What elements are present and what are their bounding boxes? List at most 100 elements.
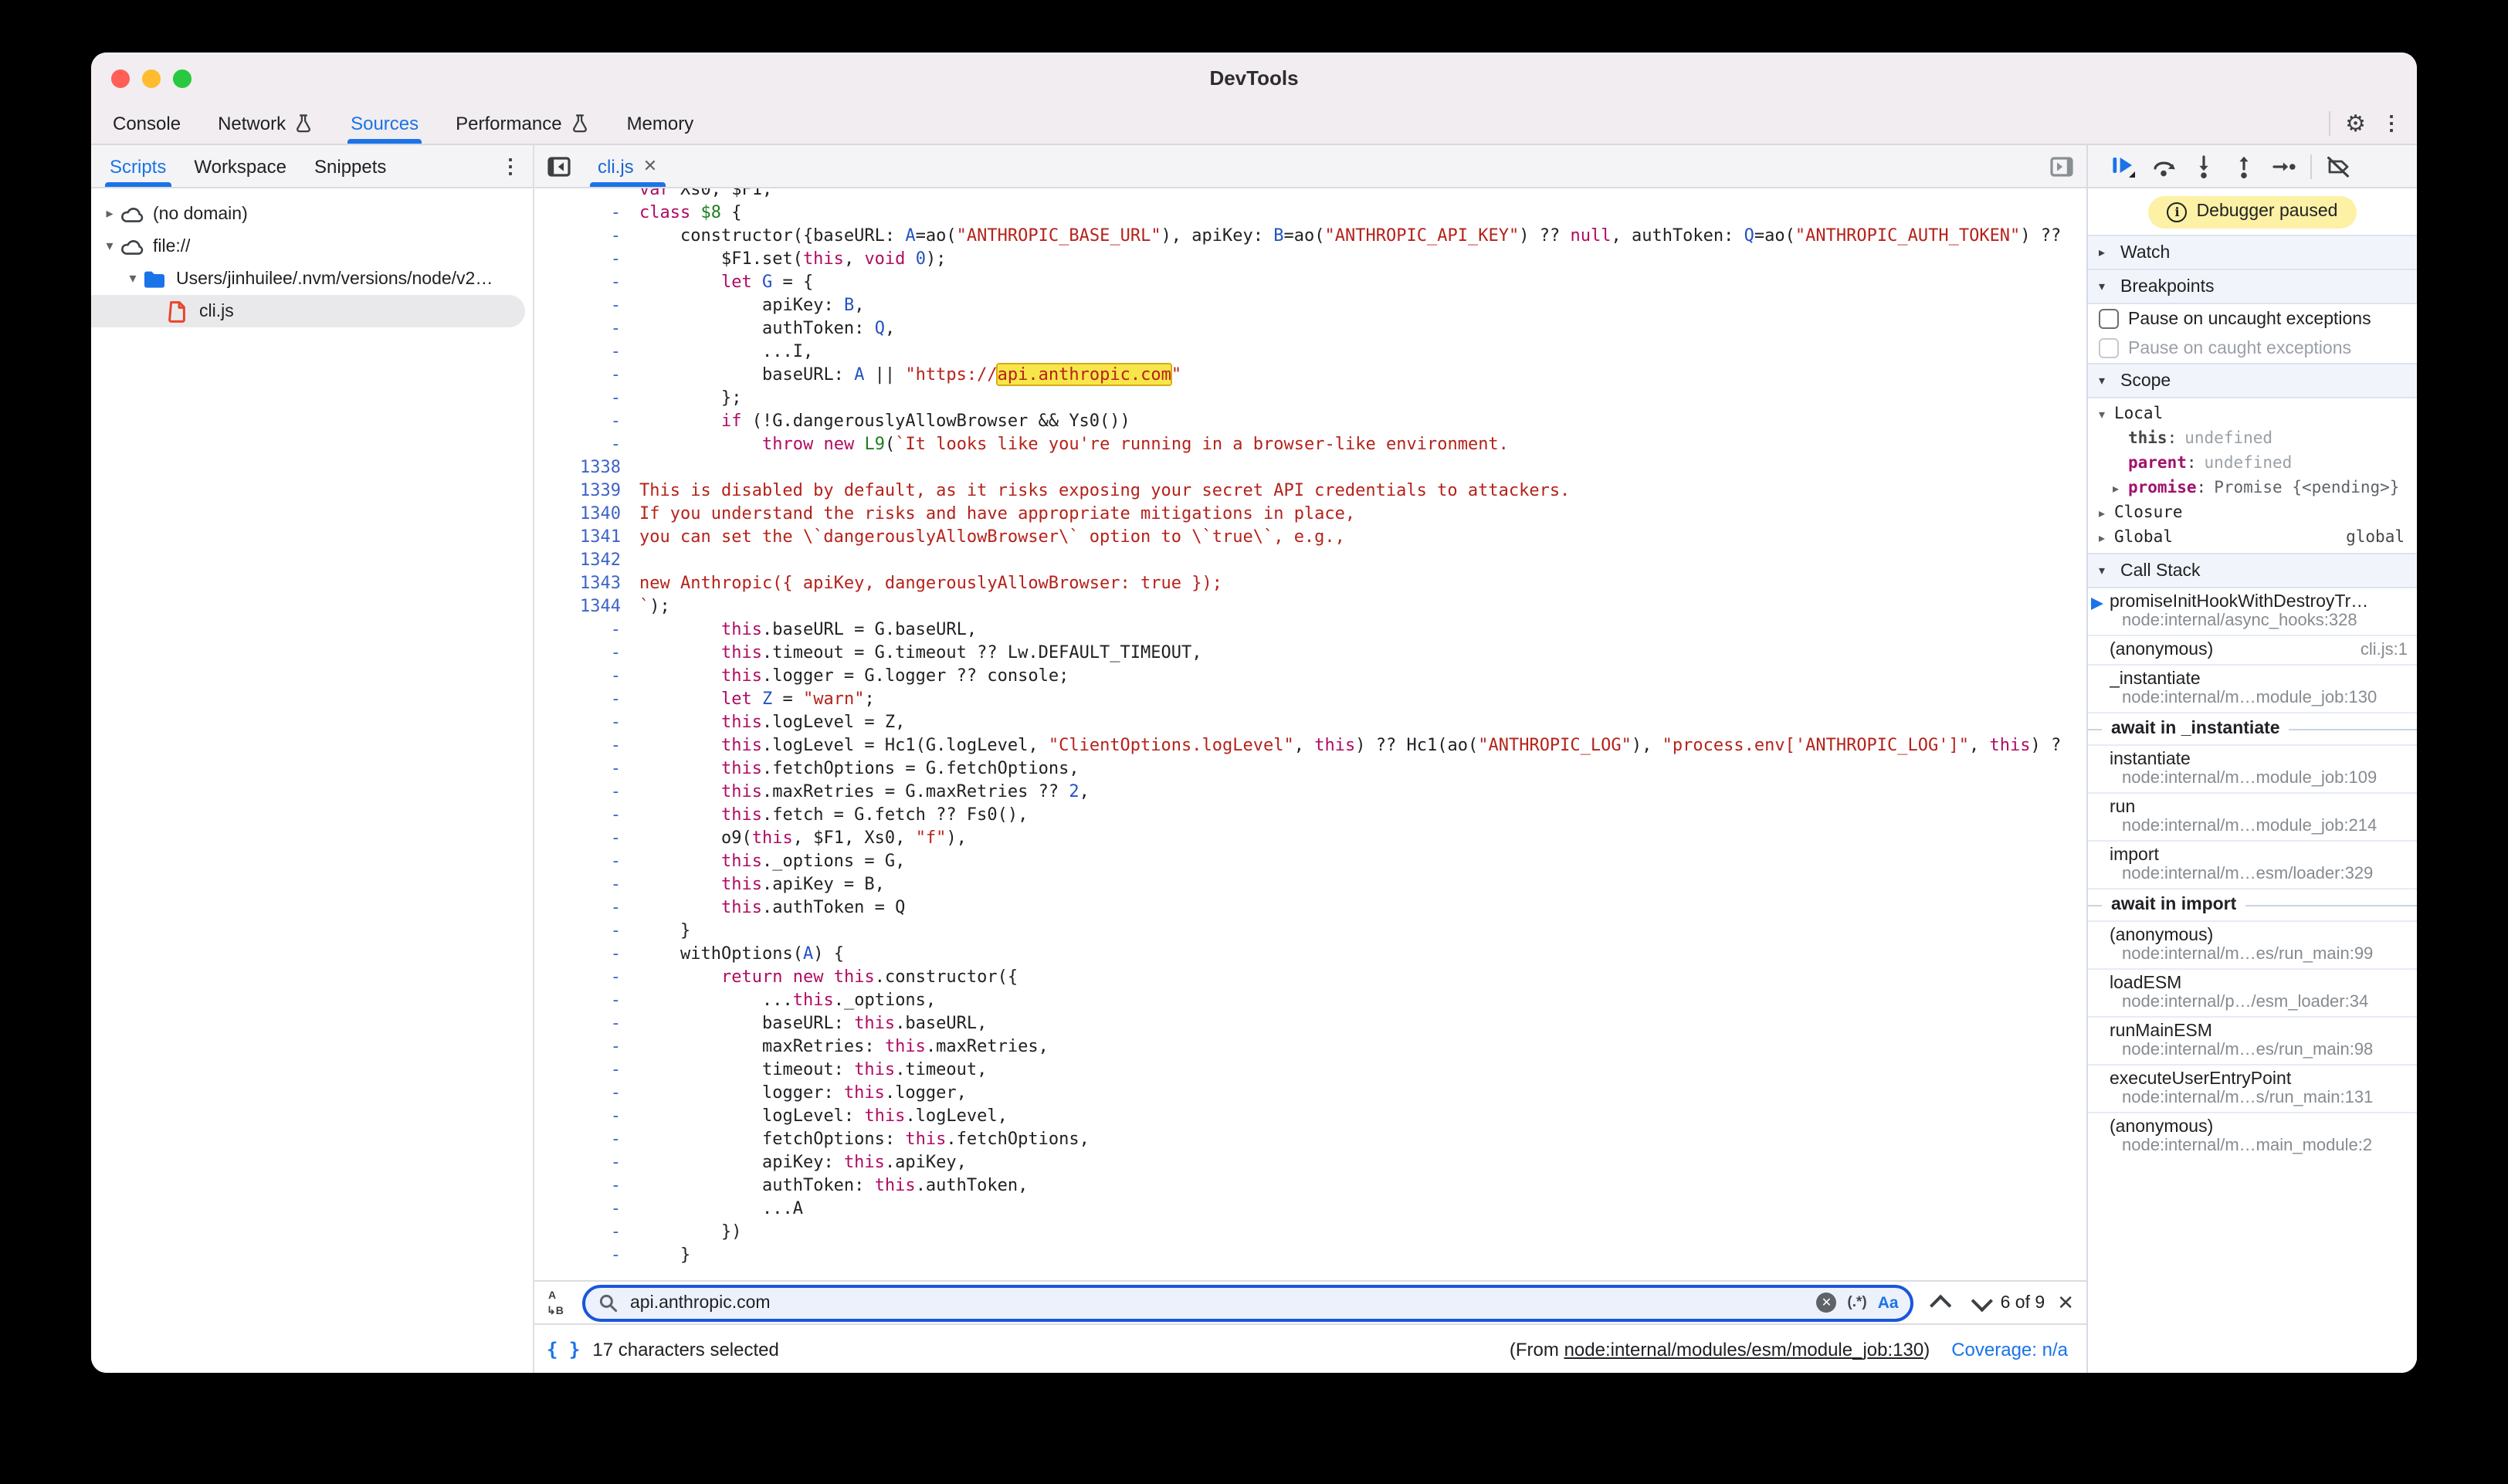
call-stack-frame[interactable]: executeUserEntryPointnode:internal/m…s/r… <box>2088 1064 2417 1112</box>
line-number[interactable]: - <box>534 1220 639 1243</box>
line-number[interactable]: - <box>534 687 639 710</box>
call-stack-frame[interactable]: (anonymous)node:internal/m…main_module:2 <box>2088 1112 2417 1160</box>
line-number[interactable]: - <box>534 780 639 803</box>
line-number[interactable]: - <box>534 1197 639 1220</box>
format-braces-icon[interactable] <box>547 1338 580 1360</box>
resume-icon[interactable] <box>2103 149 2144 183</box>
line-number[interactable]: - <box>534 224 639 247</box>
call-stack-frame[interactable]: promiseInitHookWithDestroyTr…node:intern… <box>2088 588 2417 635</box>
line-number[interactable]: - <box>534 1150 639 1174</box>
line-number[interactable]: - <box>534 641 639 664</box>
coverage-link[interactable]: Coverage: n/a <box>1951 1338 2068 1360</box>
line-number[interactable]: - <box>534 803 639 826</box>
search-input[interactable]: api.anthropic.com (.*) Aa <box>582 1284 1914 1321</box>
chevron-up-icon[interactable] <box>1930 1294 1952 1316</box>
line-number[interactable]: - <box>534 618 639 641</box>
line-number[interactable]: - <box>534 965 639 988</box>
checkbox[interactable] <box>2099 338 2119 358</box>
line-number[interactable]: 1340 <box>534 502 639 525</box>
step-icon[interactable] <box>2264 149 2304 183</box>
line-number[interactable]: 1342 <box>534 548 639 571</box>
close-tab-icon[interactable]: ✕ <box>643 156 657 176</box>
navigator-tab-scripts[interactable]: Scripts <box>110 145 166 187</box>
line-number[interactable]: - <box>534 826 639 849</box>
deactivate-breakpoints-icon[interactable] <box>2318 149 2358 183</box>
chevron-right-icon[interactable]: ▸ <box>100 205 119 222</box>
line-number[interactable]: - <box>534 988 639 1011</box>
tab-network[interactable]: Network <box>218 103 314 144</box>
tree-item--no-domain-[interactable]: ▸(no domain) <box>91 198 533 230</box>
scope-section-closure[interactable]: ▸Closure <box>2088 500 2417 525</box>
line-number[interactable]: - <box>534 340 639 363</box>
scope-prop-promise[interactable]: ▸promise:Promise {<pending>} <box>2088 476 2417 500</box>
kebab-menu-icon[interactable]: ⋮ <box>2381 111 2401 136</box>
line-number[interactable]: - <box>534 734 639 757</box>
line-number[interactable]: - <box>534 386 639 409</box>
navigator-tab-snippets[interactable]: Snippets <box>314 145 386 187</box>
line-number[interactable]: 1341 <box>534 525 639 548</box>
chevron-down-icon[interactable]: ▾ <box>124 270 142 287</box>
line-number[interactable]: - <box>534 896 639 919</box>
line-number[interactable]: - <box>534 1081 639 1104</box>
line-number[interactable]: - <box>534 1174 639 1197</box>
replace-toggle-icon[interactable] <box>547 1289 570 1316</box>
call-stack-frame[interactable]: instantiatenode:internal/m…module_job:10… <box>2088 744 2417 792</box>
tab-sources[interactable]: Sources <box>351 103 419 144</box>
line-number[interactable]: - <box>534 317 639 340</box>
breakpoint-option[interactable]: Pause on uncaught exceptions <box>2088 304 2417 334</box>
regex-icon[interactable]: (.*) <box>1847 1294 1866 1311</box>
scope-section-global[interactable]: ▸Globalglobal <box>2088 525 2417 550</box>
line-number[interactable]: 1344 <box>534 595 639 618</box>
line-number[interactable]: - <box>534 919 639 942</box>
line-number[interactable]: 1343 <box>534 571 639 595</box>
step-out-icon[interactable] <box>2224 149 2264 183</box>
tab-performance[interactable]: Performance <box>456 103 589 144</box>
call-stack-frame[interactable]: importnode:internal/m…esm/loader:329 <box>2088 840 2417 888</box>
call-stack-frame[interactable]: (anonymous)cli.js:1 <box>2088 635 2417 664</box>
call-stack-frame[interactable]: _instantiatenode:internal/m…module_job:1… <box>2088 664 2417 712</box>
line-number[interactable]: - <box>534 1035 639 1058</box>
call-stack-frame[interactable]: runnode:internal/m…module_job:214 <box>2088 792 2417 840</box>
source-origin-link[interactable]: node:internal/modules/esm/module_job:130 <box>1564 1338 1924 1360</box>
chevron-down-icon[interactable] <box>1971 1289 1993 1311</box>
line-number[interactable]: - <box>534 942 639 965</box>
line-number[interactable] <box>534 188 639 201</box>
navigator-tab-workspace[interactable]: Workspace <box>194 145 286 187</box>
line-number[interactable]: - <box>534 710 639 734</box>
line-number[interactable]: - <box>534 432 639 456</box>
line-number[interactable]: - <box>534 1058 639 1081</box>
scope-section-local[interactable]: ▾Local <box>2088 401 2417 426</box>
navigator-more-icon[interactable]: ⋮ <box>500 145 520 187</box>
line-number[interactable]: - <box>534 293 639 317</box>
chevron-down-icon[interactable]: ▾ <box>100 238 119 255</box>
call-stack-frame[interactable]: runMainESMnode:internal/m…es/run_main:98 <box>2088 1016 2417 1064</box>
line-number[interactable]: - <box>534 872 639 896</box>
line-number[interactable]: - <box>534 1104 639 1127</box>
line-number[interactable]: - <box>534 1011 639 1035</box>
close-window-button[interactable] <box>111 69 130 87</box>
call-stack-frame[interactable]: (anonymous)node:internal/m…es/run_main:9… <box>2088 920 2417 968</box>
step-into-icon[interactable] <box>2184 149 2224 183</box>
tree-item-cli-js[interactable]: cli.js <box>91 295 525 327</box>
section-breakpoints[interactable]: ▾ Breakpoints <box>2088 270 2417 304</box>
line-number[interactable]: - <box>534 270 639 293</box>
collapse-left-icon[interactable] <box>547 154 571 178</box>
line-number[interactable]: - <box>534 409 639 432</box>
line-number[interactable]: - <box>534 849 639 872</box>
section-call-stack[interactable]: ▾ Call Stack <box>2088 553 2417 588</box>
match-case-icon[interactable]: Aa <box>1878 1293 1899 1312</box>
line-number[interactable]: - <box>534 247 639 270</box>
line-number[interactable]: 1338 <box>534 456 639 479</box>
zoom-window-button[interactable] <box>173 69 191 87</box>
tree-item-users-jinhuilee-nvm-versions-node-v2-[interactable]: ▾Users/jinhuilee/.nvm/versions/node/v2… <box>91 263 533 295</box>
line-number[interactable]: - <box>534 201 639 224</box>
section-scope[interactable]: ▾ Scope <box>2088 363 2417 398</box>
line-number[interactable]: - <box>534 664 639 687</box>
line-number[interactable]: - <box>534 1127 639 1150</box>
line-number[interactable]: 1339 <box>534 479 639 502</box>
line-number[interactable]: - <box>534 757 639 780</box>
step-over-icon[interactable] <box>2144 149 2184 183</box>
breakpoint-option[interactable]: Pause on caught exceptions <box>2088 334 2417 363</box>
expand-right-icon[interactable] <box>2049 154 2074 178</box>
call-stack-frame[interactable]: loadESMnode:internal/p…/esm_loader:34 <box>2088 968 2417 1016</box>
